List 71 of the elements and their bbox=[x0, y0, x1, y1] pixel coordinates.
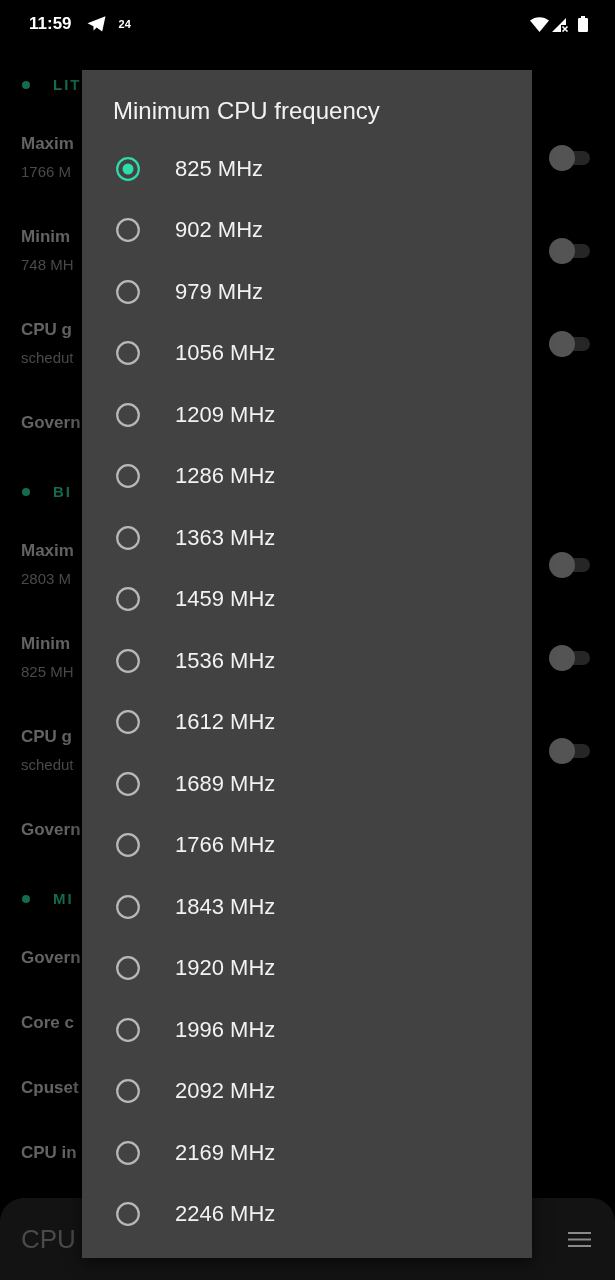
setting-value: schedut bbox=[21, 754, 74, 775]
frequency-option[interactable]: 1209 MHz bbox=[82, 384, 276, 446]
frequency-option[interactable]: 1996 MHz bbox=[82, 999, 276, 1061]
toggle-switch[interactable] bbox=[549, 644, 591, 671]
radio-icon[interactable] bbox=[116, 1140, 140, 1165]
frequency-option[interactable]: 2246 MHz bbox=[82, 1183, 276, 1245]
frequency-option[interactable]: 2169 MHz bbox=[82, 1122, 276, 1184]
paper-plane-icon bbox=[86, 16, 106, 32]
radio-icon[interactable] bbox=[116, 648, 140, 673]
setting-title: CPU in bbox=[21, 1142, 77, 1163]
setting-title: Govern bbox=[21, 412, 81, 433]
menu-icon[interactable] bbox=[568, 1231, 591, 1247]
notification-text: 24 bbox=[118, 17, 131, 31]
setting-title: CPU g bbox=[21, 319, 73, 340]
setting-value: schedut bbox=[21, 347, 74, 368]
radio-icon[interactable] bbox=[116, 1017, 140, 1042]
radio-icon[interactable] bbox=[116, 279, 140, 304]
setting-title: Cpuset bbox=[21, 1077, 79, 1098]
radio-icon[interactable] bbox=[116, 464, 140, 489]
frequency-option[interactable]: 902 MHz bbox=[82, 199, 264, 261]
radio-icon[interactable] bbox=[116, 771, 140, 796]
frequency-option[interactable]: 1286 MHz bbox=[82, 445, 276, 507]
radio-icon[interactable] bbox=[116, 402, 140, 427]
setting-value: 2803 M bbox=[21, 568, 73, 589]
radio-icon[interactable] bbox=[116, 525, 140, 550]
section-header: BI bbox=[53, 481, 72, 502]
radio-icon[interactable] bbox=[116, 710, 140, 735]
frequency-option[interactable]: 1612 MHz bbox=[82, 691, 276, 753]
toggle-switch[interactable] bbox=[549, 551, 591, 578]
section-header: LIT bbox=[53, 74, 82, 95]
radio-icon[interactable] bbox=[116, 894, 140, 919]
frequency-option[interactable]: 1689 MHz bbox=[82, 753, 276, 815]
frequency-option[interactable]: 979 MHz bbox=[82, 261, 264, 323]
frequency-option[interactable]: 825 MHz bbox=[82, 138, 264, 200]
setting-title: Govern bbox=[21, 819, 81, 840]
radio-icon[interactable] bbox=[116, 341, 140, 366]
toggle-switch[interactable] bbox=[549, 330, 591, 357]
setting-value: 825 MH bbox=[21, 661, 74, 682]
radio-icon[interactable] bbox=[116, 218, 140, 243]
setting-title: Maxim bbox=[21, 133, 74, 154]
setting-title: Govern bbox=[21, 947, 81, 968]
section-header: MI bbox=[53, 888, 74, 909]
dialog-title: Minimum CPU frequency bbox=[113, 96, 380, 126]
clock-time: 11:59 bbox=[29, 14, 72, 34]
signal-icon bbox=[552, 16, 569, 32]
frequency-option[interactable]: 1056 MHz bbox=[82, 322, 276, 384]
radio-icon[interactable] bbox=[116, 156, 140, 181]
frequency-option[interactable]: 1536 MHz bbox=[82, 630, 276, 692]
setting-value: 1766 M bbox=[21, 161, 73, 182]
toggle-switch[interactable] bbox=[549, 737, 591, 764]
setting-title: Core c bbox=[21, 1012, 74, 1033]
radio-icon[interactable] bbox=[116, 956, 140, 981]
setting-title: Minim bbox=[21, 633, 72, 654]
frequency-option[interactable]: 1843 MHz bbox=[82, 876, 276, 938]
frequency-option[interactable]: 1459 MHz bbox=[82, 568, 276, 630]
radio-icon[interactable] bbox=[116, 833, 140, 858]
frequency-option[interactable]: 2092 MHz bbox=[82, 1060, 276, 1122]
setting-title: CPU g bbox=[21, 726, 73, 747]
setting-title: Maxim bbox=[21, 540, 74, 561]
radio-icon[interactable] bbox=[116, 1079, 140, 1104]
frequency-option[interactable]: 1766 MHz bbox=[82, 814, 276, 876]
frequency-option[interactable]: 1363 MHz bbox=[82, 507, 276, 569]
toggle-switch[interactable] bbox=[549, 144, 591, 171]
radio-icon[interactable] bbox=[116, 587, 140, 612]
toggle-switch[interactable] bbox=[549, 237, 591, 264]
wifi-icon bbox=[530, 16, 549, 32]
frequency-option[interactable]: 1920 MHz bbox=[82, 937, 276, 999]
battery-icon bbox=[578, 16, 588, 32]
setting-title: Minim bbox=[21, 226, 72, 247]
radio-icon[interactable] bbox=[116, 1202, 140, 1227]
setting-value: 748 MH bbox=[21, 254, 74, 275]
